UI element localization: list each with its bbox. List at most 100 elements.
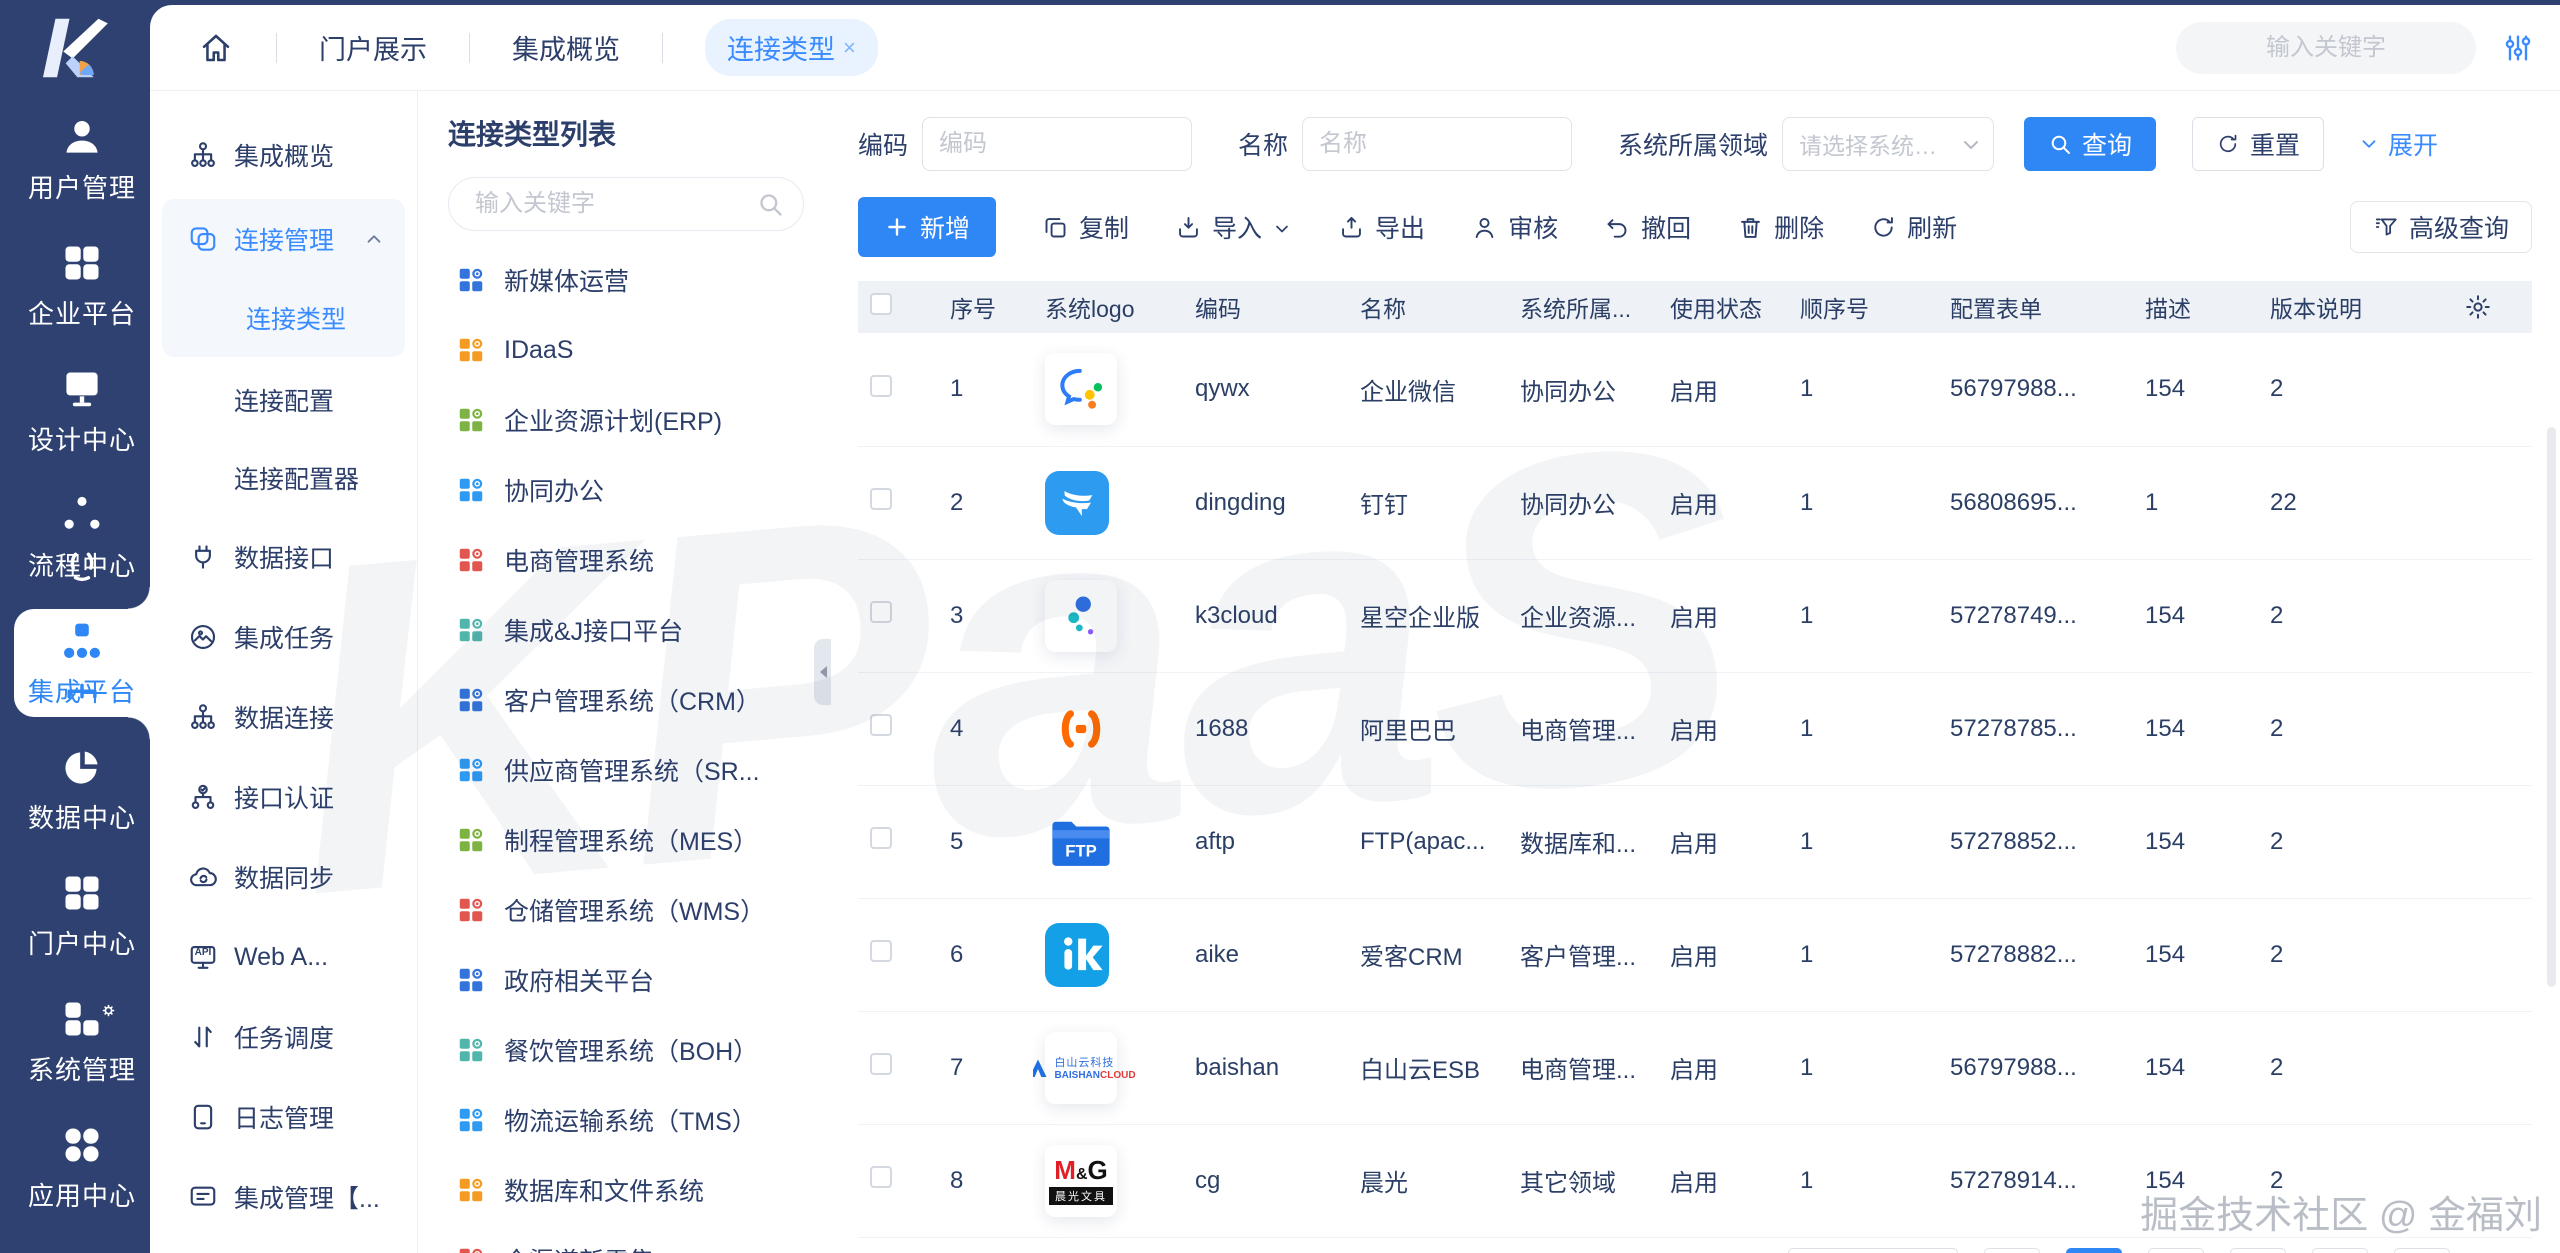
- rail-item-5[interactable]: 集成平台: [14, 609, 150, 717]
- reset-button[interactable]: 重置: [2192, 117, 2324, 171]
- column-header-name[interactable]: 名称: [1348, 281, 1508, 333]
- rail-item-1[interactable]: 用户管理: [14, 105, 150, 213]
- page-size-select[interactable]: [1788, 1248, 1958, 1253]
- page-number[interactable]: [2312, 1248, 2368, 1253]
- page-number[interactable]: [2230, 1248, 2286, 1253]
- close-icon[interactable]: ×: [843, 37, 856, 59]
- domain-filter-select[interactable]: 请选择系统所属领域: [1782, 117, 1994, 171]
- global-search-input[interactable]: [2176, 22, 2476, 74]
- rail-item-3[interactable]: 设计中心: [14, 357, 150, 465]
- page-number[interactable]: [2148, 1248, 2204, 1253]
- home-icon[interactable]: [198, 30, 234, 66]
- table-row-1[interactable]: 1qywx企业微信协同办公启用156797988...1542: [858, 333, 2532, 446]
- menu-item-日志管理[interactable]: 日志管理: [150, 1077, 417, 1157]
- menu-item-任务调度[interactable]: 任务调度: [150, 997, 417, 1077]
- select-all-checkbox[interactable]: [870, 293, 892, 315]
- advanced-query-button[interactable]: 高级查询: [2350, 201, 2532, 253]
- type-item-label: IDaaS: [504, 336, 573, 365]
- menu-subitem-连接配置[interactable]: 连接配置: [150, 361, 417, 439]
- toolbar-import-button[interactable]: 导入: [1175, 209, 1292, 245]
- rail-item-8[interactable]: 系统管理: [14, 987, 150, 1095]
- connection-type-item-5[interactable]: 电商管理系统: [448, 525, 804, 595]
- row-checkbox[interactable]: [870, 827, 892, 849]
- connection-type-item-8[interactable]: 供应商管理系统（SR...: [448, 735, 804, 805]
- rail-item-4[interactable]: 流程中心: [14, 483, 150, 591]
- gear-icon[interactable]: [2464, 293, 2492, 321]
- column-header-code[interactable]: 编码: [1183, 281, 1348, 333]
- menu-item-接口认证[interactable]: 接口认证: [150, 757, 417, 837]
- table-row-6[interactable]: 6aike爱客CRM客户管理...启用157278882...1542: [858, 898, 2532, 1011]
- panel-collapse-handle[interactable]: [814, 639, 831, 705]
- menu-subitem-连接类型[interactable]: 连接类型: [162, 279, 405, 357]
- table-scrollbar[interactable]: [2547, 427, 2556, 987]
- code-filter-input[interactable]: [922, 117, 1192, 171]
- connection-type-item-2[interactable]: IDaaS: [448, 315, 804, 385]
- connection-type-item-7[interactable]: 客户管理系统（CRM）: [448, 665, 804, 735]
- menu-item-集成管理【...[interactable]: 集成管理【...: [150, 1157, 417, 1237]
- page-next-button[interactable]: [2394, 1248, 2450, 1253]
- tab-3[interactable]: 连接类型×: [705, 19, 878, 76]
- filter-sliders-icon[interactable]: [2502, 32, 2534, 64]
- rail-item-6[interactable]: 数据中心: [14, 735, 150, 843]
- expand-link[interactable]: 展开: [2358, 126, 2438, 162]
- connection-type-item-4[interactable]: 协同办公: [448, 455, 804, 525]
- column-header-desc[interactable]: 描述: [2133, 281, 2258, 333]
- toolbar-revoke-button[interactable]: 撤回: [1604, 209, 1691, 245]
- menu-item-数据连接[interactable]: 数据连接: [150, 677, 417, 757]
- connection-type-item-12[interactable]: 餐饮管理系统（BOH）: [448, 1015, 804, 1085]
- connection-type-item-11[interactable]: 政府相关平台: [448, 945, 804, 1015]
- column-header-status[interactable]: 使用状态: [1658, 281, 1788, 333]
- column-header-form[interactable]: 配置表单: [1938, 281, 2133, 333]
- connection-type-item-9[interactable]: 制程管理系统（MES）: [448, 805, 804, 875]
- table-row-8[interactable]: 8M&G晨光文具cg晨光其它领域启用157278914...1542: [858, 1124, 2532, 1237]
- connection-type-item-13[interactable]: 物流运输系统（TMS）: [448, 1085, 804, 1155]
- row-checkbox[interactable]: [870, 1053, 892, 1075]
- toolbar-export-button[interactable]: 导出: [1338, 209, 1425, 245]
- rail-item-7[interactable]: 门户中心: [14, 861, 150, 969]
- column-header-order[interactable]: 顺序号: [1788, 281, 1938, 333]
- connection-type-item-3[interactable]: 企业资源计划(ERP): [448, 385, 804, 455]
- tab-2[interactable]: 集成概览: [512, 28, 620, 67]
- menu-subitem-连接配置器[interactable]: 连接配置器: [150, 439, 417, 517]
- table-row-3[interactable]: 3k3cloud星空企业版企业资源...启用157278749...1542: [858, 559, 2532, 672]
- toolbar-delete-button[interactable]: 删除: [1737, 209, 1824, 245]
- column-header-domain[interactable]: 系统所属...: [1508, 281, 1658, 333]
- menu-item-Web A...[interactable]: API Web A...: [150, 917, 417, 997]
- menu-item-group-header[interactable]: 连接管理: [162, 199, 405, 279]
- row-checkbox[interactable]: [870, 940, 892, 962]
- menu-item-数据同步[interactable]: 数据同步: [150, 837, 417, 917]
- row-checkbox[interactable]: [870, 601, 892, 623]
- table-row-2[interactable]: 2dingding钉钉协同办公启用156808695...122: [858, 446, 2532, 559]
- column-header-num[interactable]: 序号: [938, 281, 1033, 333]
- connection-type-item-15[interactable]: 全渠道新零售: [448, 1225, 804, 1253]
- page-prev-button[interactable]: [1984, 1248, 2040, 1253]
- menu-item-数据接口[interactable]: 数据接口: [150, 517, 417, 597]
- rail-item-2[interactable]: 企业平台: [14, 231, 150, 339]
- connection-type-item-14[interactable]: 数据库和文件系统: [448, 1155, 804, 1225]
- connection-type-item-6[interactable]: 集成&J接口平台: [448, 595, 804, 665]
- rail-item-9[interactable]: 应用中心: [14, 1113, 150, 1221]
- panel-search-input[interactable]: [448, 177, 804, 231]
- connection-type-item-1[interactable]: 新媒体运营: [448, 245, 804, 315]
- toolbar-audit-button[interactable]: 审核: [1471, 209, 1558, 245]
- menu-item-集成任务[interactable]: 集成任务: [150, 597, 417, 677]
- tab-1[interactable]: 门户展示: [319, 28, 427, 67]
- row-checkbox[interactable]: [870, 488, 892, 510]
- table-row-4[interactable]: 41688阿里巴巴电商管理...启用157278785...1542: [858, 672, 2532, 785]
- name-filter-input[interactable]: [1302, 117, 1572, 171]
- connection-type-item-10[interactable]: 仓储管理系统（WMS）: [448, 875, 804, 945]
- table-row-7[interactable]: 7白山云科技BAISHANCLOUDbaishan白山云ESB电商管理...启用…: [858, 1011, 2532, 1124]
- column-header-logo[interactable]: 系统logo: [1033, 281, 1183, 333]
- toolbar-copy-button[interactable]: 复制: [1042, 209, 1129, 245]
- menu-item-集成概览[interactable]: 集成概览: [150, 115, 417, 195]
- toolbar-refresh-button[interactable]: 刷新: [1870, 209, 1957, 245]
- row-checkbox[interactable]: [870, 1166, 892, 1188]
- row-checkbox[interactable]: [870, 714, 892, 736]
- app-logo[interactable]: [0, 0, 150, 96]
- column-header-version[interactable]: 版本说明: [2258, 281, 2418, 333]
- page-number-active[interactable]: [2066, 1248, 2122, 1253]
- row-checkbox[interactable]: [870, 375, 892, 397]
- table-row-5[interactable]: 5FTPaftpFTP(apac...数据库和...启用157278852...…: [858, 785, 2532, 898]
- toolbar-add-button[interactable]: 新增: [858, 197, 996, 257]
- query-button[interactable]: 查询: [2024, 117, 2156, 171]
